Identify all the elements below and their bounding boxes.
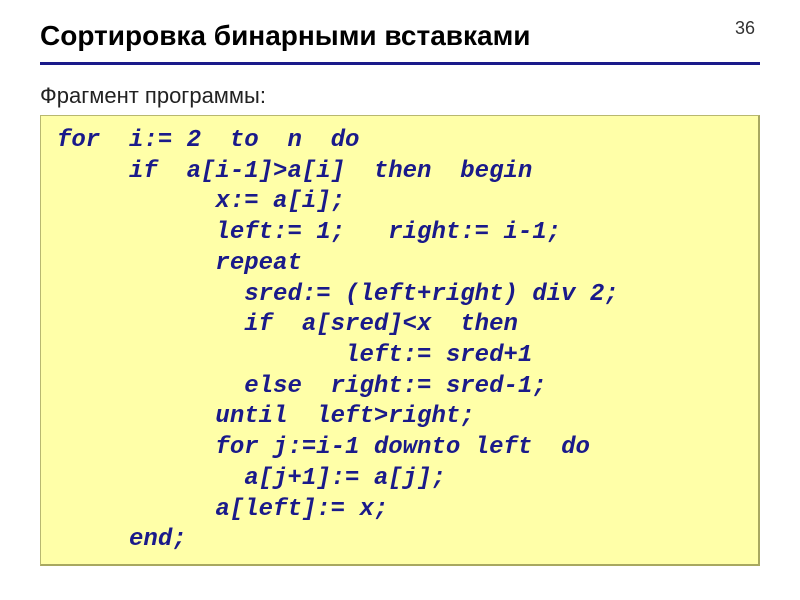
title-underline (40, 62, 760, 65)
code-line: a[j+1]:= a[j]; (57, 465, 446, 492)
code-line: for i:= 2 to n do (57, 127, 359, 154)
code-line: x:= a[i]; (57, 188, 345, 215)
code-line: a[left]:= x; (57, 496, 388, 523)
section-subtitle: Фрагмент программы: (40, 83, 760, 109)
code-line: if a[i-1]>a[i] then begin (57, 158, 532, 185)
page-number: 36 (735, 18, 755, 39)
code-line: for j:=i-1 downto left do (57, 434, 590, 461)
code-line: sred:= (left+right) div 2; (57, 281, 619, 308)
code-line: left:= sred+1 (57, 342, 532, 369)
code-line: until left>right; (57, 403, 475, 430)
code-line: left:= 1; right:= i-1; (57, 219, 561, 246)
code-line: end; (57, 526, 187, 553)
code-block: for i:= 2 to n do if a[i-1]>a[i] then be… (40, 115, 760, 566)
code-line: repeat (57, 250, 302, 277)
code-line: else right:= sred-1; (57, 373, 547, 400)
code-line: if a[sred]<x then (57, 311, 518, 338)
page-title: Сортировка бинарными вставками (40, 20, 760, 52)
